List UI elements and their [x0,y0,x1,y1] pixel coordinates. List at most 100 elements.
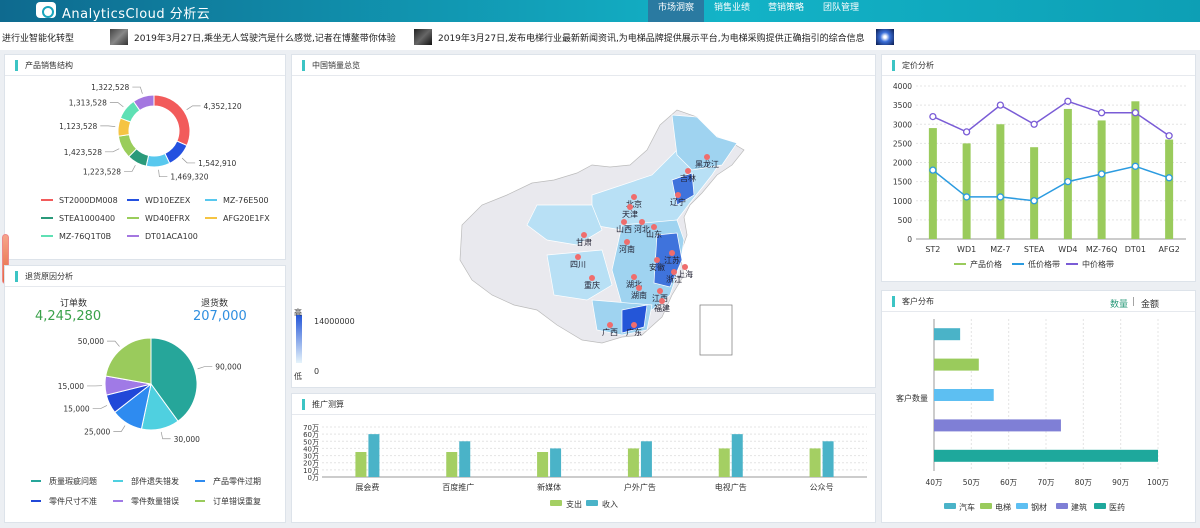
line-point [1097,170,1106,178]
product-structure-panel: 产品销售结构 4,352,120 1,542,910 1,469,320 1,223,… [4,54,286,260]
legend-swatch [586,500,598,506]
app-title: AnalyticsCloud 分析云 [62,7,211,22]
bar [1030,147,1039,239]
legend-label: 汽车 [959,502,975,512]
province-label: 湖南 [631,290,647,300]
label-leader [124,165,136,172]
y-tick-label: 60万 [303,431,319,439]
china-map[interactable]: 黑龙江吉林辽宁北京天津河北山西山东甘肃河南江苏安徽四川重庆 湖北浙江湖南 江西福建广… [292,55,877,389]
x-tick-label: 公众号 [810,483,834,492]
y-tick-label: 3500 [893,101,912,110]
x-tick-label: 户外广告 [624,482,656,492]
y-tick-label: 2500 [893,139,912,148]
legend-label: 质量瑕疵问题 [49,476,97,486]
province-label: 广西 [602,327,618,337]
bar [1097,120,1106,239]
x-tick-label: 100万 [1147,478,1169,487]
bar [934,328,961,341]
line-point [1131,109,1140,117]
y-tick-label: 1500 [893,178,912,187]
legend-label: MZ-76E500 [223,196,269,205]
bar [934,419,1061,432]
province-label: 辽宁 [670,197,686,207]
bar [934,449,1158,462]
promotion-bar-chart: 0万10万20万30万40万50万60万70万展会费 百度推广 新媒体 户外广告 电视广… [303,424,867,509]
slice-value-label: 30,000 [174,435,200,444]
legend-label: 钢材 [1031,502,1047,512]
customers-bar-chart: 40万 50万 60万 70万 80万 90万 100万 客户数量汽车 电梯 钢材 建筑 医药 [896,319,1169,512]
bar [996,124,1005,239]
y-axis-label: 客户数量 [896,393,928,403]
label-leader [104,148,120,153]
news-item[interactable]: 2019年3月27日,乘坐无人驾驶汽是什么感觉,记者在博鳌带你体验 [134,31,396,44]
line-point [962,128,971,136]
x-tick-label: 60万 [1000,478,1018,487]
x-tick-label: 新媒体 [537,482,561,492]
line-point [929,112,937,121]
province-label: 山东 [646,229,662,239]
nav-marketing-strategy[interactable]: 营销策略 [760,0,812,22]
line-point [1165,132,1173,140]
line-point [1030,197,1038,205]
legend-label: MZ-76Q1T0B [59,232,111,241]
province-label: 黑龙江 [695,159,719,169]
line-point [1165,174,1173,182]
news-item[interactable]: 进行业智能化转型 [2,31,74,44]
legend-swatch [550,500,562,506]
x-tick-label: STEA [1024,245,1045,254]
nav-sales-performance[interactable]: 销售业绩 [706,0,758,22]
province-label: 重庆 [584,280,600,290]
legend-label: 支出 [566,499,582,509]
slice-value-label: 50,000 [78,337,104,346]
visual-map-gradient [296,315,302,363]
legend-swatch [1016,503,1028,509]
label-leader [92,405,108,409]
bar [1063,108,1072,239]
bar [640,441,652,477]
y-tick-label: 50万 [303,438,319,446]
legend-label: 产品零件过期 [213,476,261,486]
top-bar: AnalyticsCloud 分析云 市场洞察 销售业绩 营销策略 团队管理 [0,0,1200,22]
nav-market-insight[interactable]: 市场洞察 [648,0,704,22]
legend-max-value: 14000000 [314,317,355,326]
legend-label: 电梯 [995,502,1011,512]
pie-slice [153,94,191,147]
product-donut-chart: 4,352,120 1,542,910 1,469,320 1,223,528 1,42… [41,83,270,241]
x-tick-label: 40万 [925,478,943,487]
line-point [1131,162,1140,170]
y-tick-label: 70万 [303,424,319,432]
bar [537,452,549,477]
line-point [1030,120,1038,128]
x-tick-label: MZ-7 [990,245,1010,254]
bar [459,441,471,477]
x-tick-label: WD4 [1058,245,1077,254]
legend-high-label: 高 [294,308,302,317]
news-thumbnail[interactable] [110,29,128,45]
label-leader [109,102,124,108]
bar [731,434,743,477]
news-thumbnail[interactable] [414,29,432,45]
legend-label: WD40EFRX [145,214,190,223]
nav-team-management[interactable]: 团队管理 [814,0,868,22]
province-label: 福建 [654,303,670,313]
bar [822,441,834,477]
news-item[interactable]: 2019年3月27日,发布电梯行业最新新闻资讯,为电梯品牌提供展示平台,为电梯采… [438,31,865,44]
legend-label: 中价格带 [1082,259,1114,269]
legend-label: 部件遗失错发 [131,476,179,486]
line-point [962,193,971,201]
legend-label: 建筑 [1071,502,1087,512]
x-tick-label: 90万 [1112,478,1130,487]
slice-value-label: 1,469,320 [170,173,208,182]
bar [368,434,380,477]
cloud-logo-icon [36,2,56,18]
news-thumbnail[interactable] [876,29,894,45]
south-sea-inset [699,304,733,356]
legend-label: 零件尺寸不准 [49,496,97,506]
y-tick-label: 20万 [303,460,319,468]
slice-value-label: 1,223,528 [83,167,121,176]
province-label: 吉林 [680,173,696,183]
legend-label: ST2000DM008 [59,196,118,205]
bar [627,448,639,477]
legend-label: 医药 [1109,502,1125,512]
legend-label: AFG20E1FX [223,214,270,223]
